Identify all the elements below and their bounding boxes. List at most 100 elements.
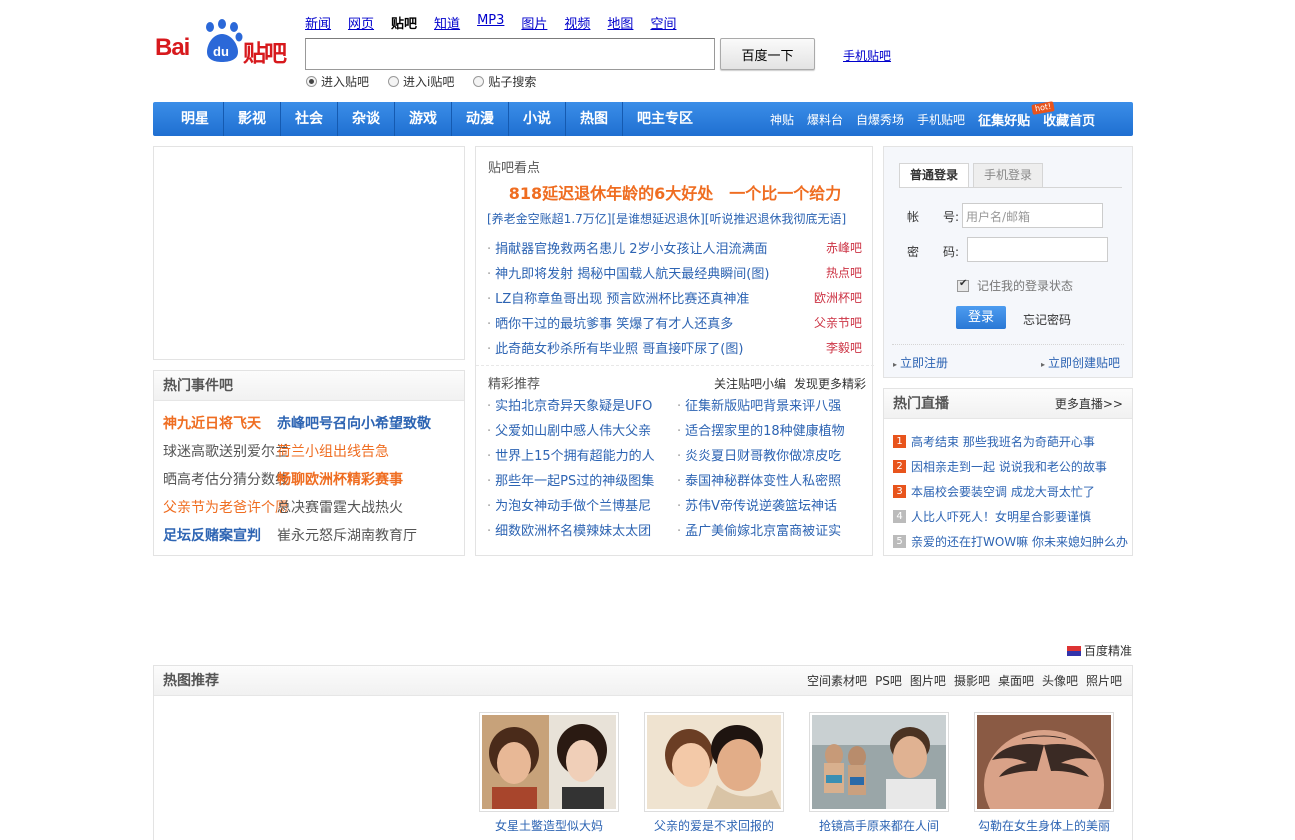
top-nav-link[interactable]: 网页 <box>348 13 374 32</box>
thumb-card[interactable]: 父亲的爱是不求回报的 <box>644 712 784 834</box>
radio-icon[interactable] <box>388 76 400 87</box>
hot-event-link[interactable]: 球迷高歌送别爱尔兰 <box>163 441 289 469</box>
hot-event-link[interactable]: 畅聊欧洲杯精彩赛事 <box>277 469 403 497</box>
recommend-link[interactable]: 孟广美偷嫁北京富商被证实 <box>677 519 867 544</box>
top-nav-link[interactable]: 地图 <box>607 13 633 32</box>
baidu-ad-label[interactable]: 百度精准 <box>1067 642 1132 659</box>
recommend-link[interactable]: 父爱如山剧中感人伟大父亲 <box>487 419 677 444</box>
live-link[interactable]: 本届校会要装空调 成龙大哥太忙了 <box>911 483 1095 500</box>
thumb-caption[interactable]: 父亲的爱是不求回报的 <box>644 817 784 834</box>
hot-image-category-link[interactable]: 桌面吧 <box>998 674 1034 688</box>
news-link[interactable]: 此奇葩女秒杀所有毕业照 哥直接吓尿了(图) <box>487 338 743 357</box>
nav-item[interactable]: 吧主专区 <box>622 102 707 136</box>
thumb-image[interactable] <box>479 712 619 812</box>
nav-item[interactable]: 社会 <box>280 102 337 136</box>
top-nav-link[interactable]: 知道 <box>434 13 460 32</box>
top-nav-link[interactable]: 新闻 <box>305 13 331 32</box>
checkbox-icon[interactable] <box>957 278 969 292</box>
live-item[interactable]: 5 亲爱的还在打WOW嘛 你未来媳妇肿么办 <box>893 529 1128 554</box>
radio-icon[interactable] <box>473 76 485 87</box>
nav-right-item[interactable]: 收藏首页 <box>1043 110 1095 129</box>
nav-item[interactable]: 热图 <box>565 102 622 136</box>
news-link[interactable]: 捐献器官挽救两名患儿 2岁小女孩让人泪流满面 <box>487 238 767 257</box>
live-link[interactable]: 高考结束 那些我班名为奇葩开心事 <box>911 433 1095 450</box>
nav-right-item[interactable]: 征集好贴 <box>978 110 1030 129</box>
baidu-tieba-logo[interactable]: Bai du 贴吧 <box>155 18 290 67</box>
recommend-link[interactable]: 征集新版贴吧背景来评八强 <box>677 394 867 419</box>
live-item[interactable]: 2 因相亲走到一起 说说我和老公的故事 <box>893 454 1128 479</box>
nav-item[interactable]: 游戏 <box>394 102 451 136</box>
nav-item[interactable]: 杂谈 <box>337 102 394 136</box>
top-nav-link[interactable]: 贴吧 <box>391 13 417 32</box>
live-link[interactable]: 因相亲走到一起 说说我和老公的故事 <box>911 458 1107 475</box>
live-item[interactable]: 4 人比人吓死人！女明星合影要谨慎 <box>893 504 1128 529</box>
search-mode-radio[interactable]: 贴子搜索 <box>473 73 536 90</box>
nav-right-item[interactable]: 爆料台 <box>807 111 843 128</box>
news-tag[interactable]: 热点吧 <box>826 264 862 281</box>
live-item[interactable]: 1 高考结束 那些我班名为奇葩开心事 <box>893 429 1128 454</box>
news-link[interactable]: LZ自称章鱼哥出现 预言欧洲杯比赛还真神准 <box>487 288 749 307</box>
hot-event-link[interactable]: 崔永元怒斥湖南教育厅 <box>277 525 417 553</box>
hot-image-category-link[interactable]: PS吧 <box>875 674 902 688</box>
account-input[interactable]: 用户名/邮箱 <box>962 203 1103 228</box>
headline-sub-links[interactable]: [养老金空账超1.7万亿][是谁想延迟退休][听说推迟退休我彻底无语] <box>487 210 846 227</box>
news-tag[interactable]: 欧洲杯吧 <box>814 289 862 306</box>
news-tag[interactable]: 父亲节吧 <box>814 314 862 331</box>
hot-event-link[interactable]: 父亲节为老爸许个愿 <box>163 497 289 525</box>
nav-right-item[interactable]: 手机贴吧 <box>917 111 965 128</box>
nav-item[interactable]: 明星 <box>167 102 223 136</box>
hot-image-category-link[interactable]: 空间素材吧 <box>807 674 867 688</box>
news-link[interactable]: 神九即将发射 揭秘中国载人航天最经典瞬间(图) <box>487 263 769 282</box>
hot-event-link[interactable]: 足坛反赌案宣判 <box>163 525 277 553</box>
hot-event-link[interactable]: 总决赛雷霆大战热火 <box>277 497 403 525</box>
thumb-caption[interactable]: 抢镜高手原来都在人间 <box>809 817 949 834</box>
thumb-image[interactable] <box>974 712 1114 840</box>
recommend-link[interactable]: 为泡女神动手做个兰博基尼 <box>487 494 677 519</box>
recommend-link[interactable]: 泰国神秘群体变性人私密照 <box>677 469 867 494</box>
recommend-link[interactable]: 世界上15个拥有超能力的人 <box>487 444 677 469</box>
search-mode-radio[interactable]: 进入贴吧 <box>306 73 369 90</box>
top-nav-link[interactable]: 图片 <box>521 13 547 32</box>
more-live-link[interactable]: 更多直播>> <box>1055 389 1123 418</box>
hot-event-link[interactable]: 神九近日将飞天 <box>163 413 277 441</box>
recommend-link[interactable]: 细数欧洲杯名模辣妹太太团 <box>487 519 677 544</box>
live-link[interactable]: 亲爱的还在打WOW嘛 你未来媳妇肿么办 <box>911 533 1128 550</box>
thumb-image[interactable] <box>644 712 784 812</box>
hot-image-category-link[interactable]: 图片吧 <box>910 674 946 688</box>
headline-link[interactable]: 818延迟退休年龄的6大好处 一个比一个给力 <box>476 180 874 204</box>
create-tieba-link[interactable]: 立即创建贴吧 <box>1041 354 1120 371</box>
thumb-card[interactable]: 女星土鳖造型似大妈 <box>479 712 619 834</box>
thumb-card[interactable]: 勾勒在女生身体上的美丽 <box>974 712 1114 840</box>
hot-event-link[interactable]: 赤峰吧号召向小希望致敬 <box>277 413 431 441</box>
password-input[interactable] <box>967 237 1108 262</box>
nav-item[interactable]: 动漫 <box>451 102 508 136</box>
login-tab[interactable]: 手机登录 <box>973 163 1044 187</box>
nav-item[interactable]: 影视 <box>223 102 280 136</box>
login-tab[interactable]: 普通登录 <box>899 163 970 187</box>
top-nav-link[interactable]: 空间 <box>650 13 676 32</box>
hot-image-category-link[interactable]: 照片吧 <box>1086 674 1122 688</box>
thumb-caption[interactable]: 勾勒在女生身体上的美丽 <box>974 817 1114 834</box>
hot-image-category-link[interactable]: 摄影吧 <box>954 674 990 688</box>
thumb-image[interactable] <box>809 712 949 812</box>
recommend-link[interactable]: 适合摆家里的18种健康植物 <box>677 419 867 444</box>
recommend-link[interactable]: 那些年一起PS过的神级图集 <box>487 469 677 494</box>
search-button[interactable]: 百度一下 <box>720 38 815 70</box>
live-link[interactable]: 人比人吓死人！女明星合影要谨慎 <box>911 508 1091 525</box>
news-tag[interactable]: 赤峰吧 <box>826 239 862 256</box>
hot-image-category-link[interactable]: 头像吧 <box>1042 674 1078 688</box>
radio-icon[interactable] <box>306 76 317 87</box>
recommend-link[interactable]: 苏伟V帝传说逆袭篮坛神话 <box>677 494 867 519</box>
mobile-tieba-link[interactable]: 手机贴吧 <box>843 47 891 64</box>
hot-event-link[interactable]: 荷兰小组出线告急 <box>277 441 389 469</box>
login-button[interactable]: 登录 <box>956 306 1006 329</box>
forgot-password-link[interactable]: 忘记密码 <box>1023 311 1071 328</box>
remember-me[interactable]: 记住我的登录状态 <box>957 277 1073 294</box>
nav-right-item[interactable]: 自爆秀场 <box>856 111 904 128</box>
thumb-card[interactable]: 抢镜高手原来都在人间 <box>809 712 949 834</box>
live-item[interactable]: 3 本届校会要装空调 成龙大哥太忙了 <box>893 479 1128 504</box>
recommend-link[interactable]: 实拍北京奇异天象疑是UFO <box>487 394 677 419</box>
top-nav-link[interactable]: MP3 <box>477 13 504 32</box>
search-input[interactable] <box>305 38 715 70</box>
hot-event-link[interactable]: 晒高考估分猜分数线 <box>163 469 289 497</box>
